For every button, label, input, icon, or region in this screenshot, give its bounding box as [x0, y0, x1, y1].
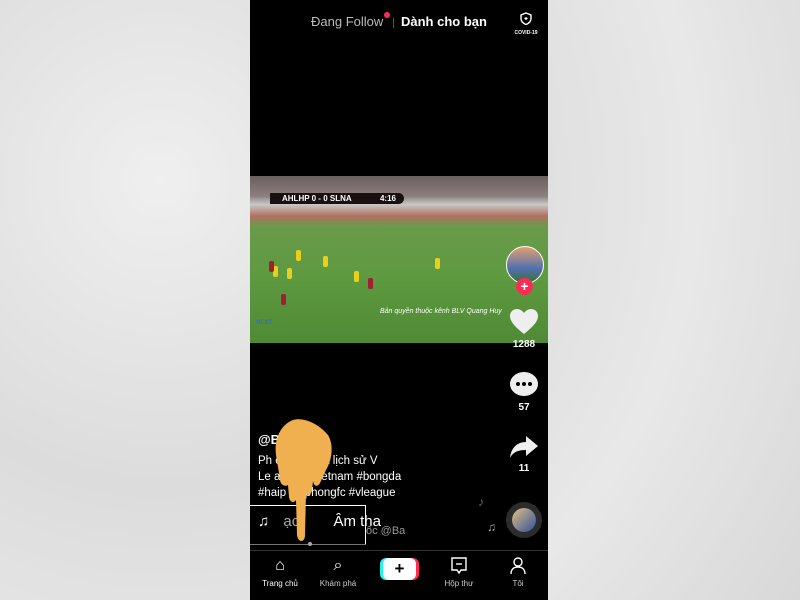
caption-line[interactable]: Le andro #vietnam #bongda	[258, 471, 401, 483]
share-icon	[510, 436, 538, 458]
disc-cover	[512, 508, 536, 532]
nav-profile-label: Tôi	[512, 579, 524, 588]
music-rest: ốc @Ba	[366, 525, 406, 537]
nav-inbox-label: Hộp thư	[444, 579, 474, 588]
create-button[interactable]: +	[383, 558, 416, 580]
channel-logo: NEXT	[256, 320, 273, 326]
covid-label: COVID-19	[514, 30, 538, 36]
tab-for-you[interactable]: Dành cho bạn	[401, 14, 487, 29]
username[interactable]: @B ue	[258, 432, 299, 447]
comment-button[interactable]: 57	[504, 371, 544, 413]
nav-profile[interactable]: Tôi	[488, 557, 548, 588]
player	[287, 268, 292, 279]
progress-thumb[interactable]	[308, 542, 312, 546]
nav-discover[interactable]: ⌕ Khám phá	[308, 557, 368, 588]
music-note-icon: ♫	[487, 520, 496, 534]
tiktok-screen: Đang Follow Dành cho bạn COVID-19 AHLHP …	[250, 0, 548, 600]
video-watermark: Bản quyền thuộc kênh BLV Quang Huy	[380, 308, 502, 315]
player	[281, 294, 286, 305]
covid-button[interactable]: COVID-19	[512, 12, 540, 36]
music-row[interactable]: ♫ ạc Âm tha	[258, 513, 381, 530]
nav-discover-label: Khám phá	[319, 579, 357, 588]
share-count: 11	[518, 463, 530, 474]
player	[269, 261, 274, 272]
scoreboard: AHLHP 0 - 0 SLNA 4:16	[270, 193, 404, 204]
music-note-icon: ♫	[258, 513, 270, 530]
player	[354, 271, 359, 282]
follow-plus-button[interactable]: +	[516, 278, 533, 295]
profile-icon	[488, 557, 548, 579]
inbox-icon	[429, 557, 489, 579]
shield-icon	[520, 12, 532, 26]
player	[368, 278, 373, 289]
nav-home-label: Trang chủ	[262, 579, 298, 588]
like-count: 1288	[512, 339, 536, 350]
comment-count: 57	[518, 402, 530, 413]
music-prefix: ạc	[283, 513, 300, 530]
tab-divider	[393, 18, 394, 28]
top-bar: Đang Follow Dành cho bạn COVID-19	[250, 12, 548, 36]
nav-home[interactable]: ⌂ Trang chủ	[250, 557, 310, 588]
score-text: AHLHP 0 - 0 SLNA	[282, 194, 352, 203]
player	[323, 256, 328, 267]
home-icon: ⌂	[275, 557, 285, 574]
caption-line: Ph o mắt nhất lịch sử V	[258, 455, 378, 467]
search-icon: ⌕	[333, 557, 343, 574]
notification-dot	[384, 12, 390, 18]
share-button[interactable]: 11	[504, 434, 544, 474]
comment-icon	[510, 372, 538, 396]
like-button[interactable]: 1288	[504, 308, 544, 350]
music-note-icon: ♪	[478, 495, 484, 509]
caption-line[interactable]: #haip haiphongfc #vleague	[258, 487, 395, 499]
player	[435, 258, 440, 269]
tab-following[interactable]: Đang Follow	[311, 14, 383, 29]
match-clock: 4:16	[379, 194, 396, 203]
player	[296, 250, 301, 261]
heart-icon	[510, 309, 538, 334]
music-disc[interactable]	[506, 502, 542, 538]
nav-inbox[interactable]: Hộp thư	[429, 557, 489, 588]
bottom-nav: ⌂ Trang chủ ⌕ Khám phá + Hộp thư Tôi	[250, 550, 548, 600]
